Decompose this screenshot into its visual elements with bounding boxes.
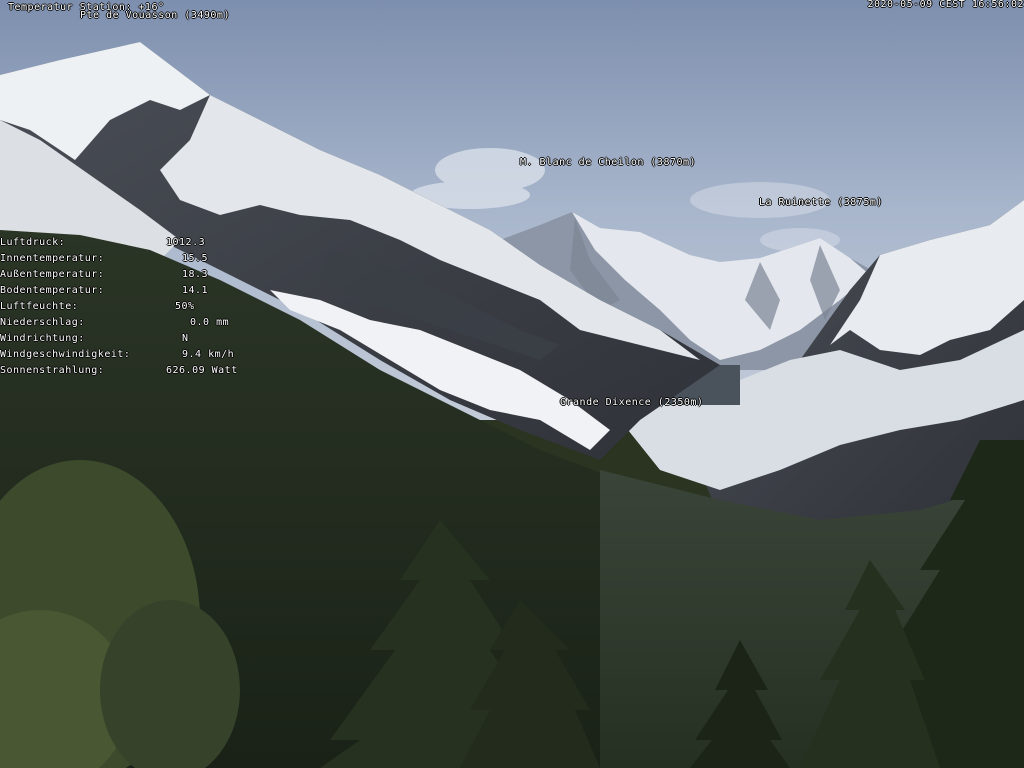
weather-value: 18.3 [182, 269, 209, 280]
weather-label: Luftfeuchte: [0, 301, 79, 312]
weather-value: 626.09 Watt [166, 365, 238, 376]
timestamp-text: 2020-05-09 CEST 16:56:02 [867, 0, 1024, 10]
peak-label-la-ruinette: La Ruinette (3875m) [759, 197, 883, 208]
weather-row: Luftdruck: 1012.3 [0, 235, 270, 251]
weather-value: 9.4 km/h [182, 349, 235, 360]
weather-row: Bodentemperatur: 14.1 [0, 283, 270, 299]
weather-label: Windrichtung: [0, 333, 85, 344]
weather-row: Windrichtung: N [0, 331, 270, 347]
weather-row: Niederschlag: 0.0 mm [0, 315, 270, 331]
weather-value: 50% [175, 301, 195, 312]
weather-value: 14.1 [182, 285, 209, 296]
weather-value: N [182, 333, 189, 344]
weather-data-panel: Luftdruck: 1012.3 Innentemperatur: 15.5 Auße… [0, 235, 270, 385]
weather-row: Luftfeuchte: 50% [0, 299, 270, 315]
weather-row: Außentemperatur: 18.3 [0, 267, 270, 283]
weather-value: 0.0 mm [190, 317, 230, 328]
weather-label: Bodentemperatur: [0, 285, 105, 296]
weather-label: Niederschlag: [0, 317, 85, 328]
weather-label: Windgeschwindigkeit: [0, 349, 131, 360]
weather-label: Sonnenstrahlung: [0, 365, 105, 376]
weather-label: Innentemperatur: [0, 253, 105, 264]
weather-label: Außentemperatur: [0, 269, 105, 280]
weather-row: Innentemperatur: 15.5 [0, 251, 270, 267]
weather-row: Sonnenstrahlung: 626.09 Watt [0, 363, 270, 379]
peak-label-vouasson: Pte de Vouasson (3490m) [80, 10, 230, 21]
peak-label-blanc-de-cheilon: M. Blanc de Cheilon (3870m) [520, 157, 697, 168]
weather-row: Windgeschwindigkeit: 9.4 km/h [0, 347, 270, 363]
weather-value: 15.5 [182, 253, 209, 264]
weather-value: 1012.3 [166, 237, 206, 248]
weather-label: Luftdruck: [0, 237, 66, 248]
dam-label-grande-dixence: Grande Dixence (2350m) [560, 397, 704, 408]
